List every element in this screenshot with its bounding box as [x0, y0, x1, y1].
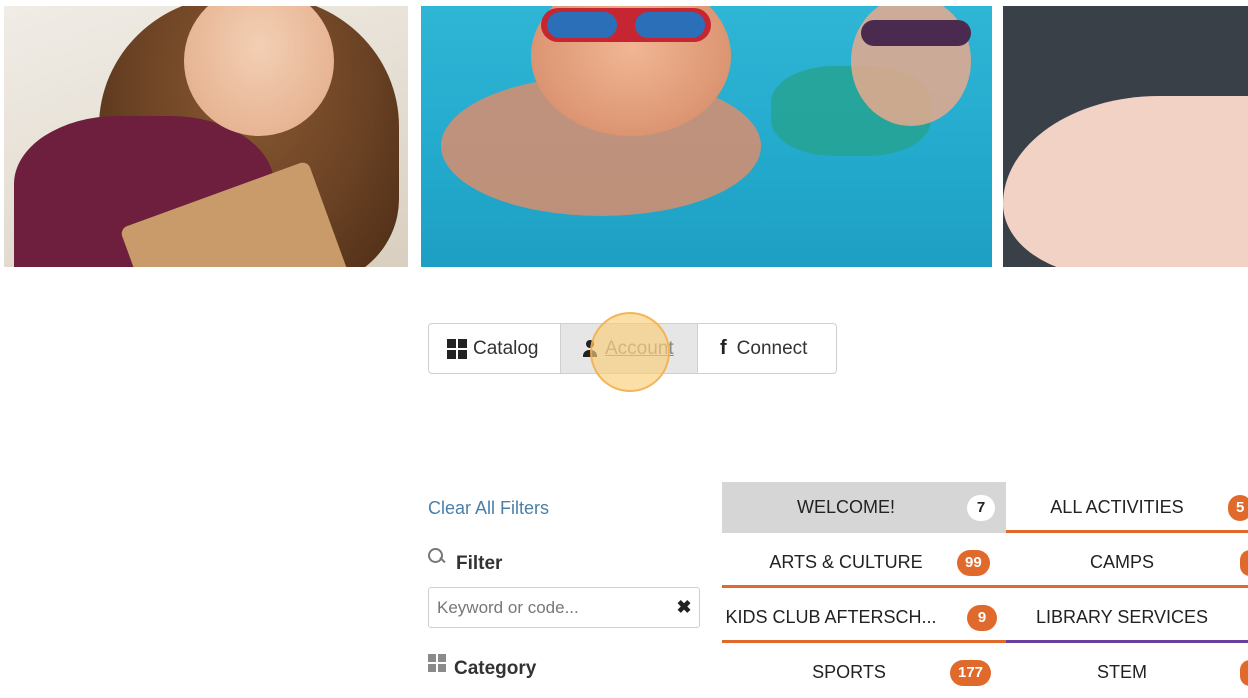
- search-icon: [428, 548, 448, 568]
- filter-heading: Filter: [428, 548, 503, 575]
- facebook-icon: f: [720, 337, 727, 359]
- category-count-badge: 99: [957, 549, 990, 576]
- hero-image-arm: [1003, 6, 1248, 267]
- category-welcome[interactable]: WELCOME! 7: [722, 482, 1006, 533]
- clear-all-filters-link[interactable]: Clear All Filters: [428, 498, 549, 519]
- tab-connect-label: Connect: [736, 337, 808, 359]
- filter-heading-label: Filter: [456, 553, 503, 574]
- category-label: LIBRARY SERVICES: [1035, 607, 1209, 627]
- tab-connect[interactable]: f Connect: [698, 324, 836, 373]
- category-count-badge: [1240, 549, 1248, 576]
- grid-icon: [447, 338, 467, 359]
- hero-image-kids-swimming: [421, 6, 992, 267]
- tab-catalog[interactable]: Catalog: [429, 324, 561, 373]
- category-stem[interactable]: STEM: [1006, 647, 1248, 698]
- category-count-badge: 177: [950, 659, 992, 686]
- clear-keyword-icon[interactable]: ✖: [669, 597, 699, 618]
- category-sports[interactable]: SPORTS 177: [722, 647, 1006, 698]
- keyword-input[interactable]: [429, 588, 669, 627]
- category-underline: [722, 585, 1006, 588]
- grid-icon: [428, 654, 446, 672]
- category-count-badge: 9: [967, 604, 997, 631]
- category-arts-culture[interactable]: ARTS & CULTURE 99: [722, 537, 1006, 588]
- keyword-search-field: ✖: [428, 587, 700, 628]
- category-underline: [1006, 530, 1248, 533]
- main-nav-tabs: Catalog Account f Connect: [428, 323, 837, 374]
- category-kids-club-afterschool[interactable]: KIDS CLUB AFTERSCH... 9: [722, 592, 1006, 643]
- category-library-services[interactable]: LIBRARY SERVICES: [1006, 592, 1248, 643]
- category-underline: [722, 640, 1006, 643]
- category-count-badge: 7: [967, 494, 995, 521]
- category-label: KIDS CLUB AFTERSCH...: [725, 607, 937, 627]
- category-all-activities[interactable]: ALL ACTIVITIES 5: [1006, 482, 1248, 533]
- category-camps[interactable]: CAMPS: [1006, 537, 1248, 588]
- tab-account[interactable]: Account: [561, 324, 698, 373]
- category-label: STEM: [1096, 662, 1147, 682]
- tab-account-label: Account: [605, 337, 674, 359]
- user-icon: [583, 339, 597, 358]
- category-underline: [1006, 585, 1248, 588]
- category-label: CAMPS: [1089, 552, 1154, 572]
- category-count-badge: 5: [1228, 494, 1248, 521]
- category-count-badge: [1240, 659, 1248, 686]
- category-heading: Category: [428, 654, 537, 680]
- category-label: ALL ACTIVITIES: [1050, 497, 1184, 517]
- category-underline: [1006, 640, 1248, 643]
- category-label: WELCOME!: [796, 497, 895, 517]
- tab-catalog-label: Catalog: [473, 337, 539, 359]
- category-heading-label: Category: [454, 658, 537, 679]
- hero-image-woman-tablet: [4, 6, 408, 267]
